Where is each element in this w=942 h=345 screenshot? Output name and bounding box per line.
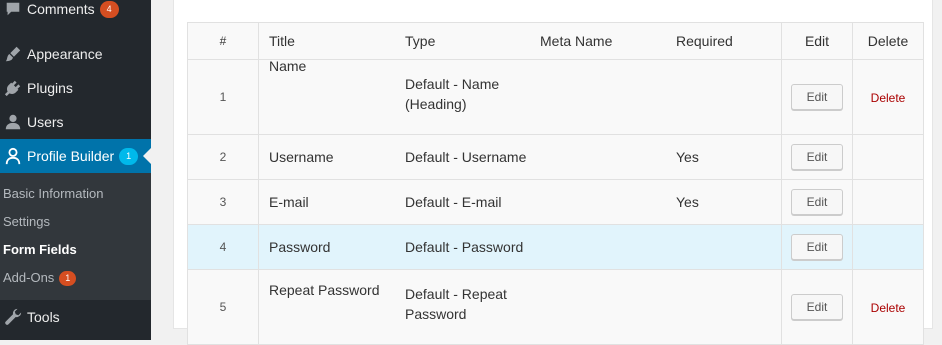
- profile-builder-submenu: Basic Information Settings Form Fields A…: [0, 173, 151, 300]
- menu-item-appearance[interactable]: Appearance: [0, 37, 151, 71]
- header-number: #: [187, 22, 259, 60]
- header-edit: Edit: [781, 22, 853, 60]
- field-type: Default - Repeat Password: [405, 269, 540, 345]
- active-arrow: [143, 148, 151, 164]
- menu-item-tools[interactable]: Tools: [0, 300, 151, 334]
- profile-builder-badge: 1: [119, 147, 139, 165]
- edit-button[interactable]: Edit: [791, 294, 843, 320]
- edit-cell: Edit: [781, 59, 853, 135]
- field-title: Password: [258, 224, 405, 270]
- field-title: E-mail: [258, 179, 405, 225]
- field-meta-name: [540, 179, 676, 225]
- field-required: Yes: [676, 179, 782, 225]
- edit-cell: Edit: [781, 134, 853, 180]
- add-ons-badge: 1: [59, 270, 77, 286]
- field-meta-name: [540, 134, 676, 180]
- wrench-icon: [3, 307, 23, 327]
- field-type: Default - Username: [405, 134, 540, 180]
- edit-button[interactable]: Edit: [791, 189, 843, 215]
- menu-label: Users: [27, 114, 64, 130]
- menu-item-profile-builder[interactable]: Profile Builder 1: [0, 139, 151, 173]
- field-type: Default - Password: [405, 224, 540, 270]
- delete-cell: [852, 179, 924, 225]
- menu-label: Profile Builder: [27, 148, 115, 164]
- field-type: Default - E-mail: [405, 179, 540, 225]
- menu-label: Tools: [27, 309, 60, 325]
- comment-icon: [3, 0, 23, 19]
- table-row: 3 E-mail Default - E-mail Yes Edit: [187, 179, 924, 225]
- field-type-line1: Default - Name: [405, 76, 500, 92]
- edit-button[interactable]: Edit: [791, 144, 843, 170]
- field-title: Username: [258, 134, 405, 180]
- row-number: 1: [187, 59, 259, 135]
- field-required: [676, 59, 782, 135]
- edit-cell: Edit: [781, 179, 853, 225]
- delete-cell: [852, 134, 924, 180]
- table-row: 4 Password Default - Password Edit: [187, 224, 924, 270]
- field-type: Default - Name (Heading): [405, 59, 540, 135]
- menu-label: Plugins: [27, 80, 73, 96]
- edit-cell: Edit: [781, 269, 853, 345]
- form-fields-panel: # Title Type Meta Name Required Edit Del…: [173, 0, 933, 345]
- delete-cell: [852, 224, 924, 270]
- plugin-icon: [3, 78, 23, 98]
- submenu-label: Add-Ons: [3, 270, 55, 285]
- field-title: Name: [258, 58, 405, 135]
- field-meta-name: [540, 269, 676, 345]
- menu-label: Appearance: [27, 46, 103, 62]
- field-title-text: Repeat Password: [269, 282, 380, 298]
- delete-cell: Delete: [852, 269, 924, 345]
- table-row: 5 Repeat Password Default - Repeat Passwo…: [187, 269, 924, 345]
- submenu-basic-information[interactable]: Basic Information: [3, 184, 103, 204]
- edit-button[interactable]: Edit: [791, 234, 843, 260]
- table-row: 1 Name Default - Name (Heading) Edit Dele…: [187, 58, 924, 135]
- field-type-line1: Default - Repeat: [405, 286, 507, 302]
- header-delete: Delete: [852, 22, 924, 60]
- field-title-text: Name: [269, 58, 307, 74]
- edit-cell: Edit: [781, 224, 853, 270]
- field-required: [676, 224, 782, 270]
- row-number: 2: [187, 134, 259, 180]
- table-header-row: # Title Type Meta Name Required Edit Del…: [187, 22, 924, 60]
- comment-count-badge: 4: [99, 0, 119, 18]
- delete-link[interactable]: Delete: [871, 301, 906, 315]
- header-required: Required: [676, 22, 782, 60]
- menu-item-comments[interactable]: Comments 4: [0, 0, 151, 26]
- row-number: 5: [187, 269, 259, 345]
- field-type-line2: Password: [405, 306, 467, 322]
- table-row: 2 Username Default - Username Yes Edit: [187, 134, 924, 180]
- submenu-form-fields[interactable]: Form Fields: [3, 240, 77, 260]
- field-type-line2: (Heading): [405, 96, 467, 112]
- edit-button[interactable]: Edit: [791, 84, 843, 110]
- paintbrush-icon: [3, 44, 23, 64]
- admin-sidebar: Comments 4 Appearance Plugins Users Prof…: [0, 0, 151, 340]
- menu-label: Comments: [27, 1, 95, 17]
- menu-item-plugins[interactable]: Plugins: [0, 71, 151, 105]
- delete-cell: Delete: [852, 59, 924, 135]
- field-required: [676, 269, 782, 345]
- form-fields-table: # Title Type Meta Name Required Edit Del…: [187, 22, 924, 345]
- row-number: 3: [187, 179, 259, 225]
- menu-item-users[interactable]: Users: [0, 105, 151, 139]
- user-icon: [3, 112, 23, 132]
- submenu-add-ons[interactable]: Add-Ons 1: [3, 268, 77, 288]
- profile-icon: [3, 146, 23, 166]
- submenu-settings[interactable]: Settings: [3, 212, 50, 232]
- header-meta-name: Meta Name: [540, 22, 676, 60]
- delete-link[interactable]: Delete: [871, 91, 906, 105]
- header-type: Type: [405, 22, 540, 60]
- header-title: Title: [258, 22, 405, 60]
- field-meta-name: [540, 224, 676, 270]
- field-meta-name: [540, 59, 676, 135]
- field-required: Yes: [676, 134, 782, 180]
- row-number: 4: [187, 224, 259, 270]
- field-title: Repeat Password: [258, 269, 405, 345]
